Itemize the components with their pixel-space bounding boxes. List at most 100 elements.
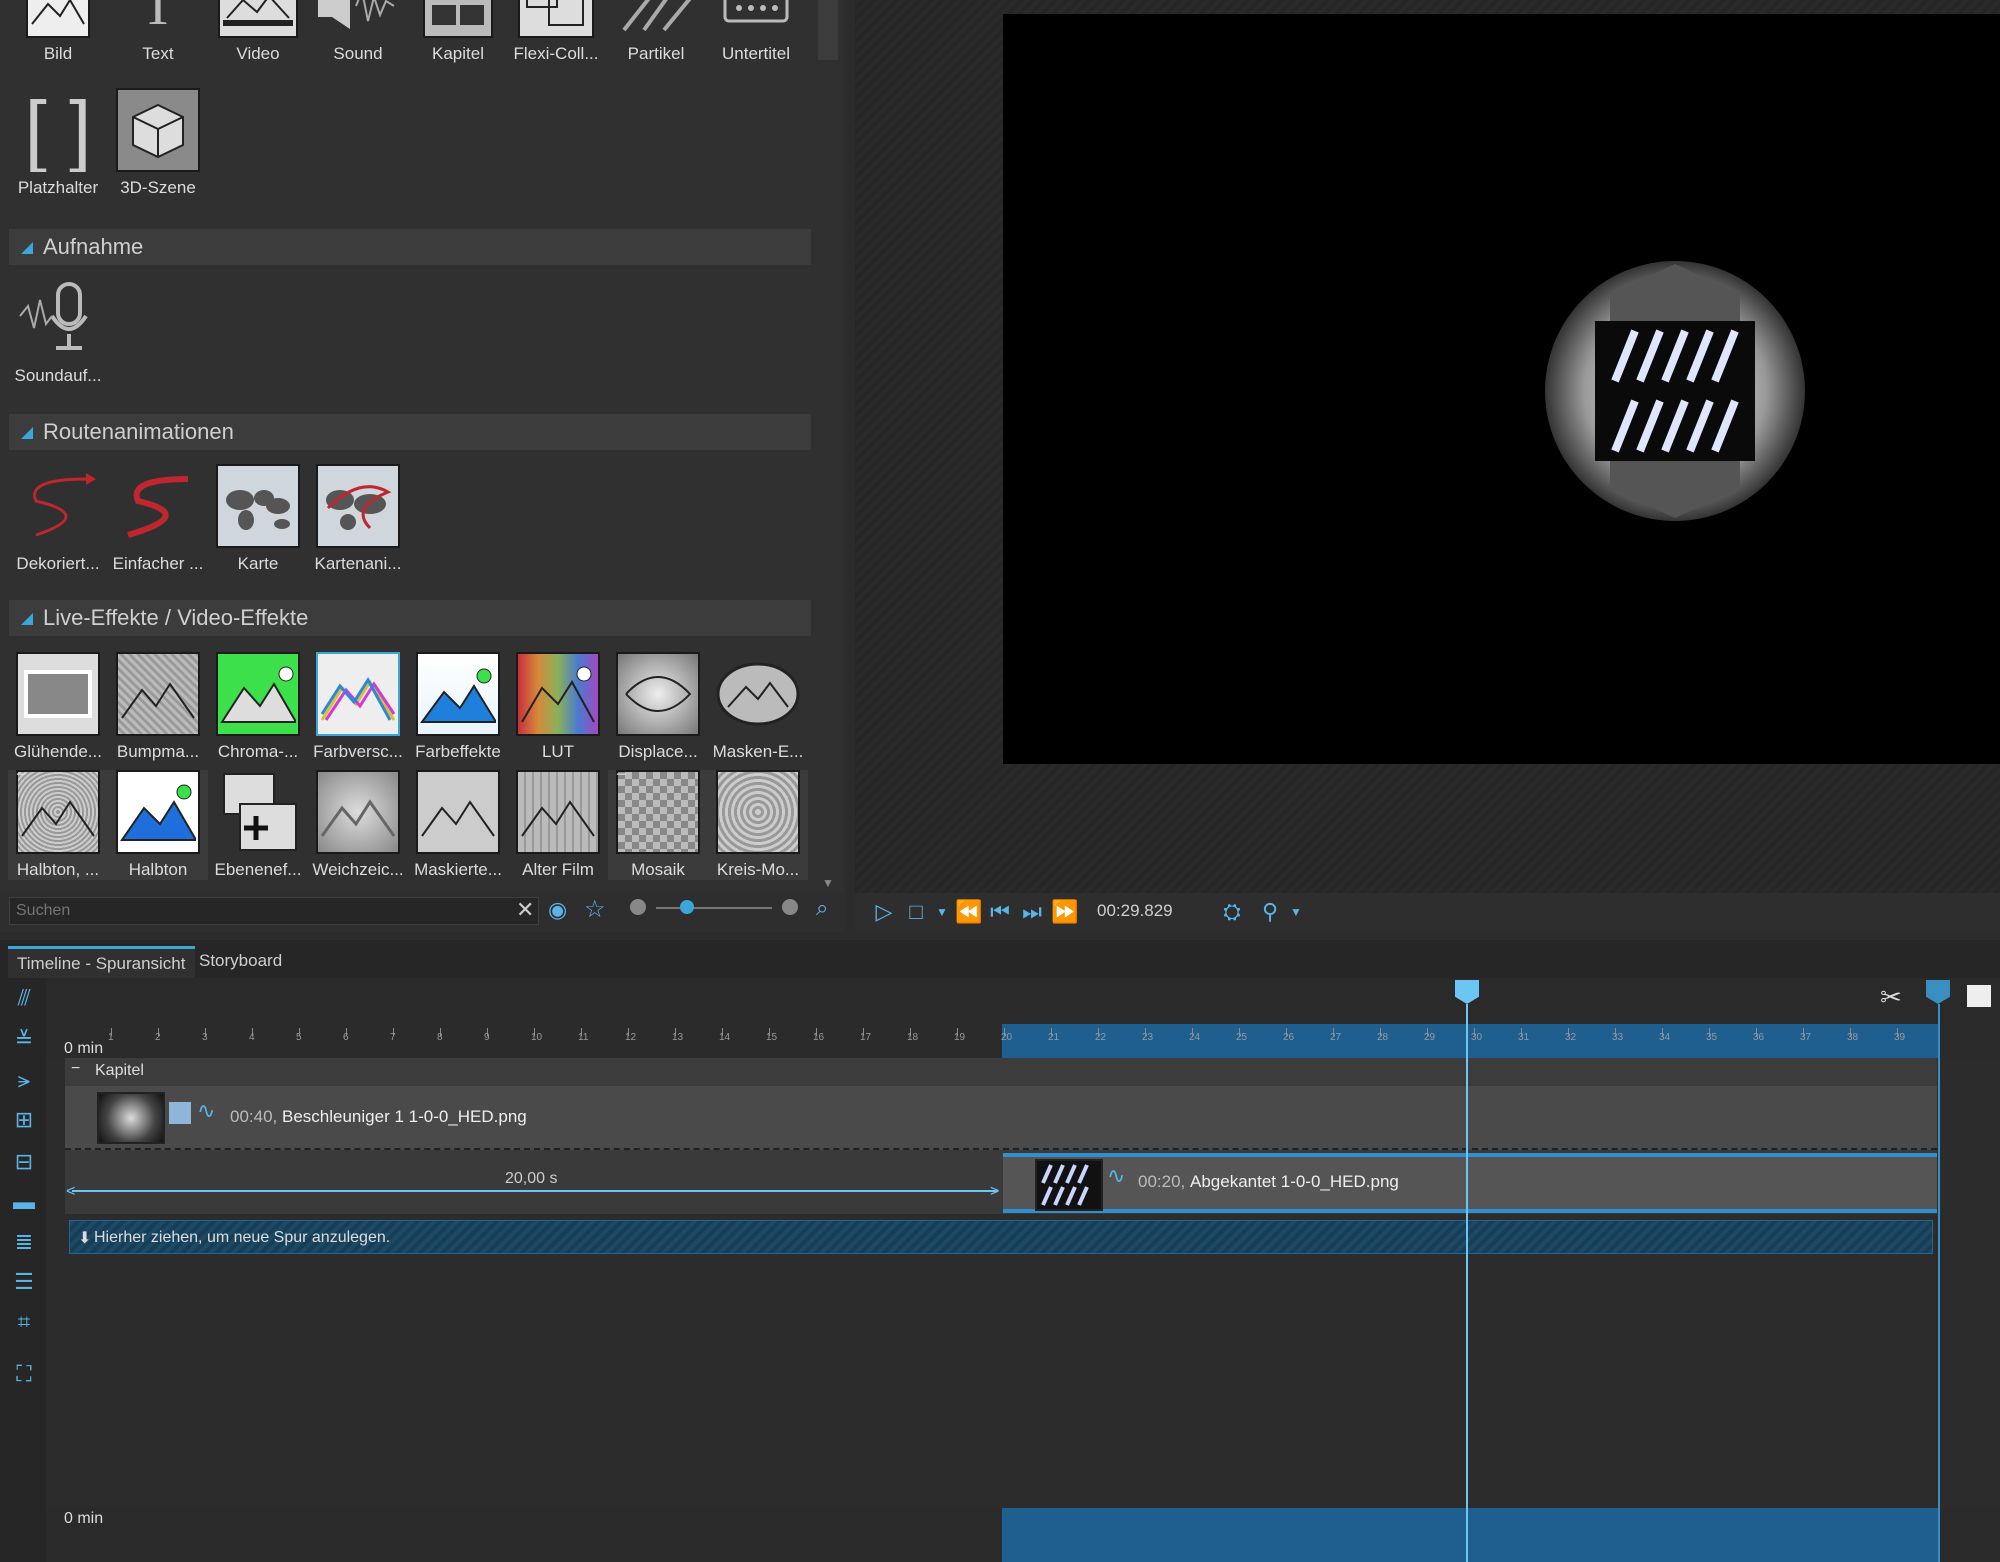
scissors-icon[interactable]: ✂ [1880, 982, 1902, 1013]
path-dropdown-chevron-icon[interactable]: ▼ [1283, 899, 1309, 925]
chapter-row[interactable]: − Kapitel [65, 1058, 1937, 1086]
previous-frame-icon[interactable]: ⏮ [987, 899, 1013, 925]
effect-mosaik[interactable]: − Mosaik [608, 764, 708, 880]
ruler-tick-label: 12 [625, 1032, 637, 1043]
tool-label: LUT [541, 742, 575, 761]
tool-3d-szene[interactable]: 3D-Szene [108, 88, 208, 198]
fit-icon[interactable]: ⌗ [10, 1308, 38, 1336]
tab-storyboard[interactable]: Storyboard [190, 946, 291, 976]
tool-kapitel[interactable]: Kapitel [408, 0, 508, 64]
ruler-tick-label: 10 [531, 1032, 543, 1043]
tab-timeline[interactable]: Timeline - Spuransicht [8, 946, 195, 979]
section-title: Live-Effekte / Video-Effekte [43, 605, 309, 630]
track-1[interactable]: ∿ 00:40, Beschleuniger 1 1-0-0_HED.png [65, 1086, 1937, 1150]
timeline-empty-area[interactable] [46, 1262, 2000, 1508]
tool-video[interactable]: Video [208, 0, 308, 64]
clip-duration: 00:40, [230, 1107, 278, 1126]
tool-label: Soundauf... [14, 366, 102, 385]
circle-mosaic-icon [716, 770, 800, 854]
timeline-tool-1-icon[interactable]: ⫻ [10, 984, 38, 1012]
timeline-tool-6-icon[interactable]: ▬ [10, 1188, 38, 1216]
path-edit-icon[interactable]: ⚲ [1257, 899, 1283, 925]
collapse-minus-icon[interactable]: − [71, 1060, 80, 1078]
section-header-routenanimationen[interactable]: Routenanimationen [9, 414, 811, 450]
effect-displacement[interactable]: Displace... [608, 652, 708, 762]
ruler-tick-label: 21 [1048, 1032, 1060, 1043]
tool-label: Untertitel [721, 44, 791, 63]
tool-label: Maskierte... [414, 860, 502, 879]
effect-halbton-farbig[interactable]: − Halbton, ... [8, 764, 108, 880]
effect-halbton[interactable]: Halbton [108, 770, 208, 880]
zoom-out-icon[interactable] [630, 899, 646, 915]
tool-untertitel[interactable]: Untertitel [706, 0, 806, 64]
effect-bumpmapping[interactable]: Bumpma... [108, 652, 208, 762]
overview-start-label: 0 min [64, 1510, 104, 1527]
marker-flag-icon[interactable] [1967, 985, 1991, 1007]
tool-karte[interactable]: Karte [208, 464, 308, 574]
tool-kartenanimation[interactable]: Kartenani... [308, 464, 408, 574]
tool-label: Glühende... [14, 742, 102, 761]
effect-alter-film[interactable]: Alter Film [508, 770, 608, 880]
effect-chroma-key[interactable]: Chroma-... [208, 652, 308, 762]
ruler-tick-label: 22 [1095, 1032, 1107, 1043]
preview-canvas[interactable] [1003, 14, 2000, 764]
effect-ebenen[interactable]: Ebenenef... [208, 770, 308, 880]
zoom-in-icon[interactable] [782, 899, 798, 915]
clip-duration: 00:20, [1138, 1172, 1186, 1191]
toolbox-scrollbar[interactable] [818, 0, 838, 60]
clip-name: Beschleuniger 1 1-0-0_HED.png [282, 1107, 527, 1126]
tool-platzhalter[interactable]: [ ] Platzhalter [8, 88, 108, 198]
expand-icon[interactable]: ⛶ [10, 1360, 38, 1388]
tool-soundaufnahme[interactable]: Soundauf... [8, 276, 108, 386]
favorite-star-icon[interactable]: ☆ [584, 895, 606, 924]
tool-flexi-collage[interactable]: Flexi-Coll... [506, 0, 606, 64]
align-distribute-icon[interactable]: ☰ [10, 1268, 38, 1296]
end-marker-line[interactable] [1938, 1004, 1940, 1562]
playhead-line[interactable] [1466, 1004, 1468, 1562]
remove-track-icon[interactable]: ⊟ [10, 1148, 38, 1176]
new-track-drop-zone[interactable]: ⬇ Hierher ziehen, um neue Spur anzulegen… [69, 1220, 1933, 1254]
effect-farbverschiebung[interactable]: Farbversc... [308, 652, 408, 762]
tool-bild[interactable]: Bild [8, 0, 108, 64]
effect-masken-effekt[interactable]: Masken-E... [708, 652, 808, 762]
clip-2[interactable]: ∿ 00:20, Abgekantet 1-0-0_HED.png [1003, 1153, 1937, 1213]
timeline-tool-3-icon[interactable]: ⪫ [10, 1066, 38, 1094]
stop-icon[interactable]: □ [903, 899, 929, 925]
section-header-aufnahme[interactable]: Aufnahme [9, 229, 811, 265]
effect-gluehende-kanten[interactable]: Glühende... [8, 652, 108, 762]
drop-arrow-icon: ⬇ [78, 1230, 92, 1247]
effect-weichzeichner[interactable]: Weichzeic... [308, 770, 408, 880]
old-film-icon [516, 770, 600, 854]
eye-icon[interactable]: ◉ [548, 897, 567, 923]
next-frame-icon[interactable]: ⏭ [1019, 899, 1045, 925]
effect-kreis-mosaik[interactable]: Kreis-Mo... [708, 770, 808, 880]
add-track-icon[interactable]: ⊞ [10, 1106, 38, 1134]
ruler-tick-label: 14 [719, 1032, 731, 1043]
preview-mode-icon[interactable]: ⛭ [1219, 899, 1245, 925]
stop-dropdown-chevron-icon[interactable]: ▼ [929, 899, 955, 925]
fast-forward-icon[interactable]: ⏩ [1051, 899, 1078, 925]
tool-partikel[interactable]: Partikel [606, 0, 706, 64]
tool-label: Partikel [627, 44, 685, 63]
timeline-tool-2-icon[interactable]: ≚ [10, 1026, 38, 1054]
gap-arrow-right-icon: > [990, 1183, 1000, 1200]
marker-row[interactable] [46, 978, 2000, 1024]
clear-search-icon[interactable]: ✕ [516, 897, 534, 923]
effect-lut[interactable]: LUT [508, 652, 608, 762]
search-input[interactable] [9, 897, 539, 925]
tool-sound[interactable]: Sound [308, 0, 408, 64]
scroll-down-arrow-icon[interactable]: ▼ [822, 876, 834, 890]
effect-maskierter-weichzeichner[interactable]: Maskierte... [408, 770, 508, 880]
rewind-icon[interactable]: ⏪ [955, 899, 982, 925]
section-header-live-effekte[interactable]: Live-Effekte / Video-Effekte [9, 600, 811, 636]
zoom-slider[interactable] [656, 907, 772, 909]
play-icon[interactable]: ▷ [871, 899, 897, 925]
motion-path-icon: ∿ [197, 1098, 216, 1123]
tool-text[interactable]: T Text [108, 0, 208, 64]
zoom-slider-handle[interactable] [680, 900, 694, 914]
effect-farbeffekte[interactable]: Farbeffekte [408, 652, 508, 762]
tool-dekorierte-route[interactable]: Dekoriert... [8, 464, 108, 574]
align-left-icon[interactable]: ≣ [10, 1228, 38, 1256]
zoom-fit-icon[interactable]: ⌕ [816, 895, 828, 921]
tool-einfache-route[interactable]: Einfacher ... [108, 464, 208, 574]
